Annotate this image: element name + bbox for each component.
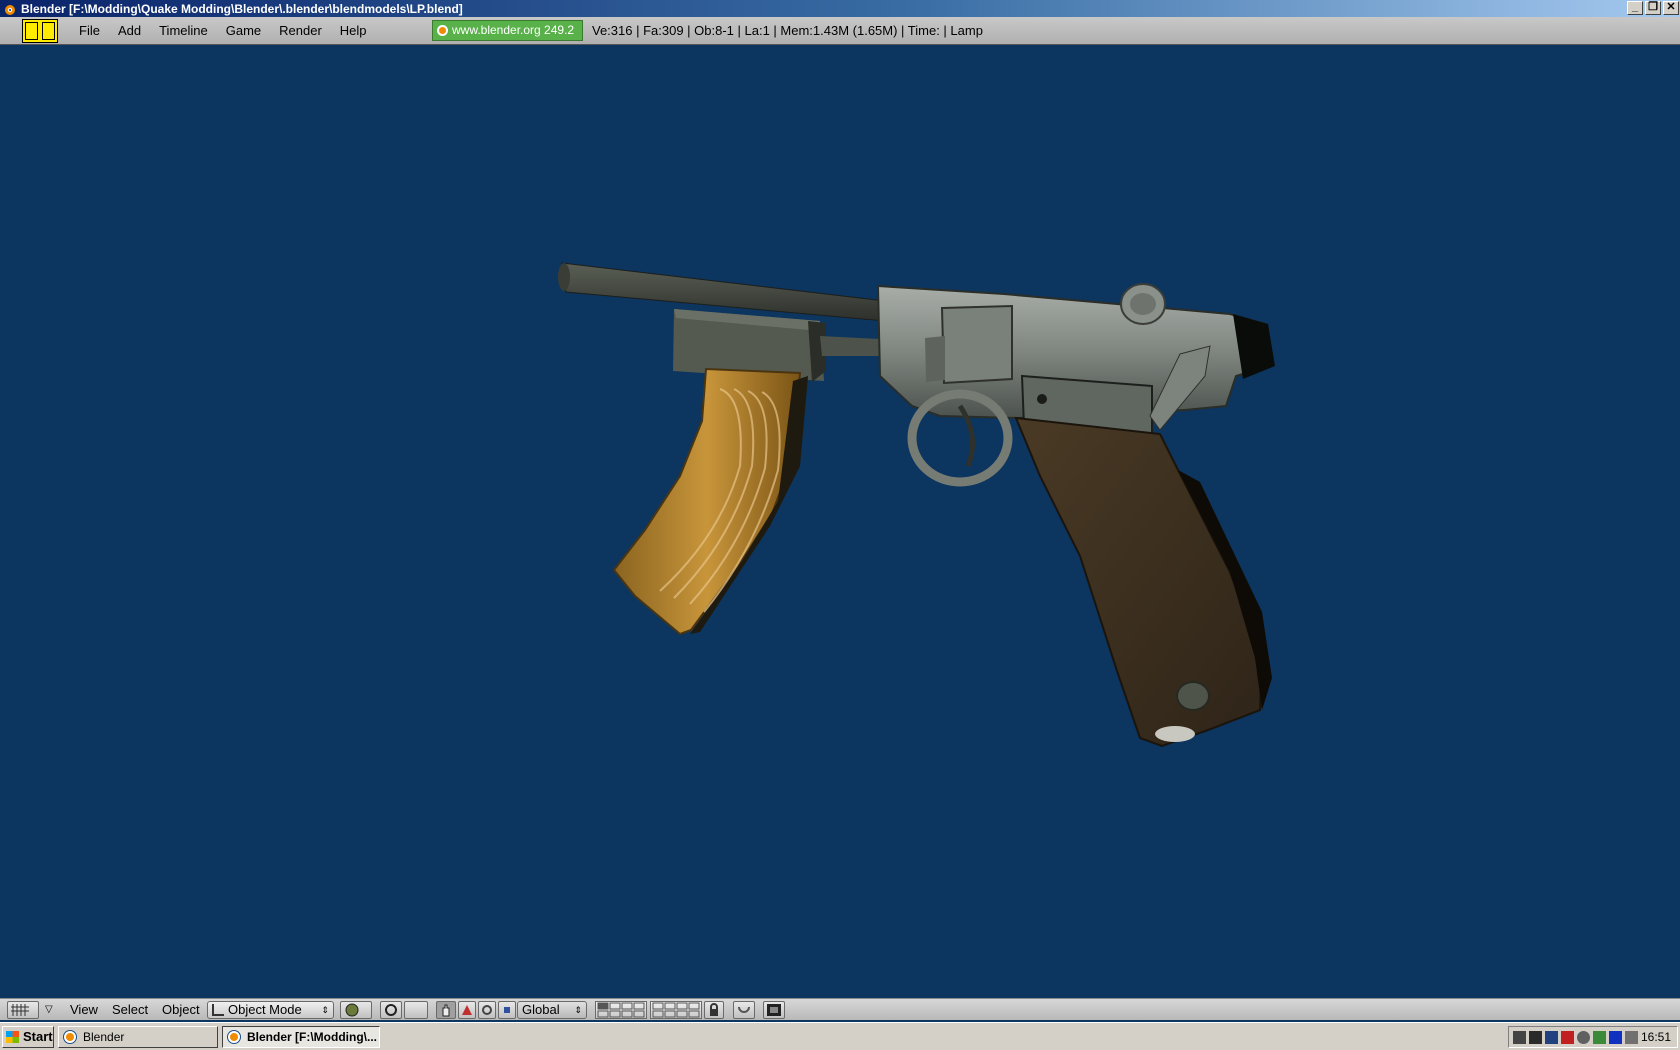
tray-volume-icon[interactable] bbox=[1625, 1031, 1638, 1044]
main-menu: File Add Timeline Game Render Help bbox=[70, 20, 376, 42]
screen-layout-icon[interactable] bbox=[22, 18, 58, 43]
chevron-updown-icon: ⇕ bbox=[321, 1005, 329, 1015]
taskbar-item-blender[interactable]: Blender bbox=[58, 1026, 218, 1048]
3d-view-header: ▽ View Select Object Object Mode ⇕ Globa… bbox=[0, 998, 1680, 1020]
task-label: Blender [F:\Modding\... bbox=[247, 1030, 377, 1044]
collapse-menu-icon[interactable]: ▽ bbox=[45, 1004, 53, 1015]
windows-flag-icon bbox=[6, 1031, 19, 1043]
manipulator-scale-icon[interactable] bbox=[498, 1001, 516, 1019]
orientation-select-value: Global bbox=[522, 1002, 560, 1017]
menu-select[interactable]: Select bbox=[112, 999, 148, 1021]
menu-timeline[interactable]: Timeline bbox=[150, 20, 217, 42]
restore-button[interactable]: ❐ bbox=[1645, 1, 1661, 15]
chevron-updown-icon: ⇕ bbox=[574, 1005, 582, 1015]
menu-help[interactable]: Help bbox=[331, 20, 376, 42]
tray-app-icon[interactable] bbox=[1513, 1031, 1526, 1044]
menu-game[interactable]: Game bbox=[217, 20, 270, 42]
snap-icon[interactable] bbox=[733, 1001, 755, 1019]
shading-icon[interactable] bbox=[340, 1001, 372, 1019]
window-title: Blender [F:\Modding\Quake Modding\Blende… bbox=[21, 1, 463, 16]
layer-grid-icon-2[interactable] bbox=[650, 1001, 702, 1019]
blender-site-badge[interactable]: www.blender.org 249.2 bbox=[432, 20, 583, 41]
tray-ati-icon[interactable] bbox=[1561, 1031, 1574, 1044]
mode-select[interactable]: Object Mode ⇕ bbox=[207, 1001, 334, 1019]
clock: 16:51 bbox=[1640, 1030, 1671, 1044]
pivot-icon[interactable] bbox=[380, 1001, 402, 1019]
menu-file[interactable]: File bbox=[70, 20, 109, 42]
menu-view[interactable]: View bbox=[70, 999, 98, 1021]
layer-grid-icon[interactable] bbox=[595, 1001, 647, 1019]
mode-icon bbox=[212, 1004, 224, 1016]
tray-app-icon[interactable] bbox=[1577, 1031, 1590, 1044]
lock-icon[interactable] bbox=[704, 1001, 724, 1019]
task-label: Blender bbox=[83, 1030, 125, 1044]
taskbar-item-blender-file[interactable]: Blender [F:\Modding\... bbox=[222, 1026, 380, 1048]
blender-icon bbox=[228, 1031, 240, 1043]
site-badge-label: www.blender.org 249.2 bbox=[452, 23, 575, 37]
menu-add[interactable]: Add bbox=[109, 20, 150, 42]
info-header: File Add Timeline Game Render Help www.b… bbox=[0, 17, 1680, 45]
pistol-model bbox=[558, 262, 1275, 748]
start-button[interactable]: Start bbox=[2, 1026, 54, 1048]
blender-logo-icon bbox=[437, 25, 448, 36]
tray-app-icon[interactable] bbox=[1529, 1031, 1542, 1044]
close-button[interactable]: ✕ bbox=[1663, 1, 1679, 15]
menu-object[interactable]: Object bbox=[162, 999, 200, 1021]
blender-icon bbox=[64, 1031, 76, 1043]
render-icon[interactable] bbox=[763, 1001, 785, 1019]
pivot-options-icon[interactable] bbox=[404, 1001, 428, 1019]
menu-render[interactable]: Render bbox=[270, 20, 331, 42]
manipulator-rotate-icon[interactable] bbox=[478, 1001, 496, 1019]
manipulator-hand-icon[interactable] bbox=[436, 1001, 456, 1019]
3d-viewport[interactable] bbox=[0, 46, 1680, 998]
system-tray: 16:51 bbox=[1508, 1026, 1678, 1048]
scene-stats: Ve:316 | Fa:309 | Ob:8-1 | La:1 | Mem:1.… bbox=[592, 23, 983, 38]
tray-app-icon[interactable] bbox=[1609, 1031, 1622, 1044]
start-label: Start bbox=[23, 1029, 53, 1044]
grid-view-icon[interactable] bbox=[7, 1001, 39, 1019]
window-title-bar[interactable]: Blender [F:\Modding\Quake Modding\Blende… bbox=[0, 0, 1680, 17]
minimize-button[interactable]: _ bbox=[1627, 1, 1643, 15]
orientation-select[interactable]: Global ⇕ bbox=[517, 1001, 587, 1019]
blender-icon bbox=[3, 2, 17, 16]
window-controls: _ ❐ ✕ bbox=[1627, 1, 1679, 15]
tray-app-icon[interactable] bbox=[1545, 1031, 1558, 1044]
tray-app-icon[interactable] bbox=[1593, 1031, 1606, 1044]
mode-select-value: Object Mode bbox=[228, 1002, 302, 1017]
taskbar: Start Blender Blender [F:\Modding\... 16… bbox=[0, 1022, 1680, 1050]
manipulator-translate-icon[interactable] bbox=[458, 1001, 476, 1019]
